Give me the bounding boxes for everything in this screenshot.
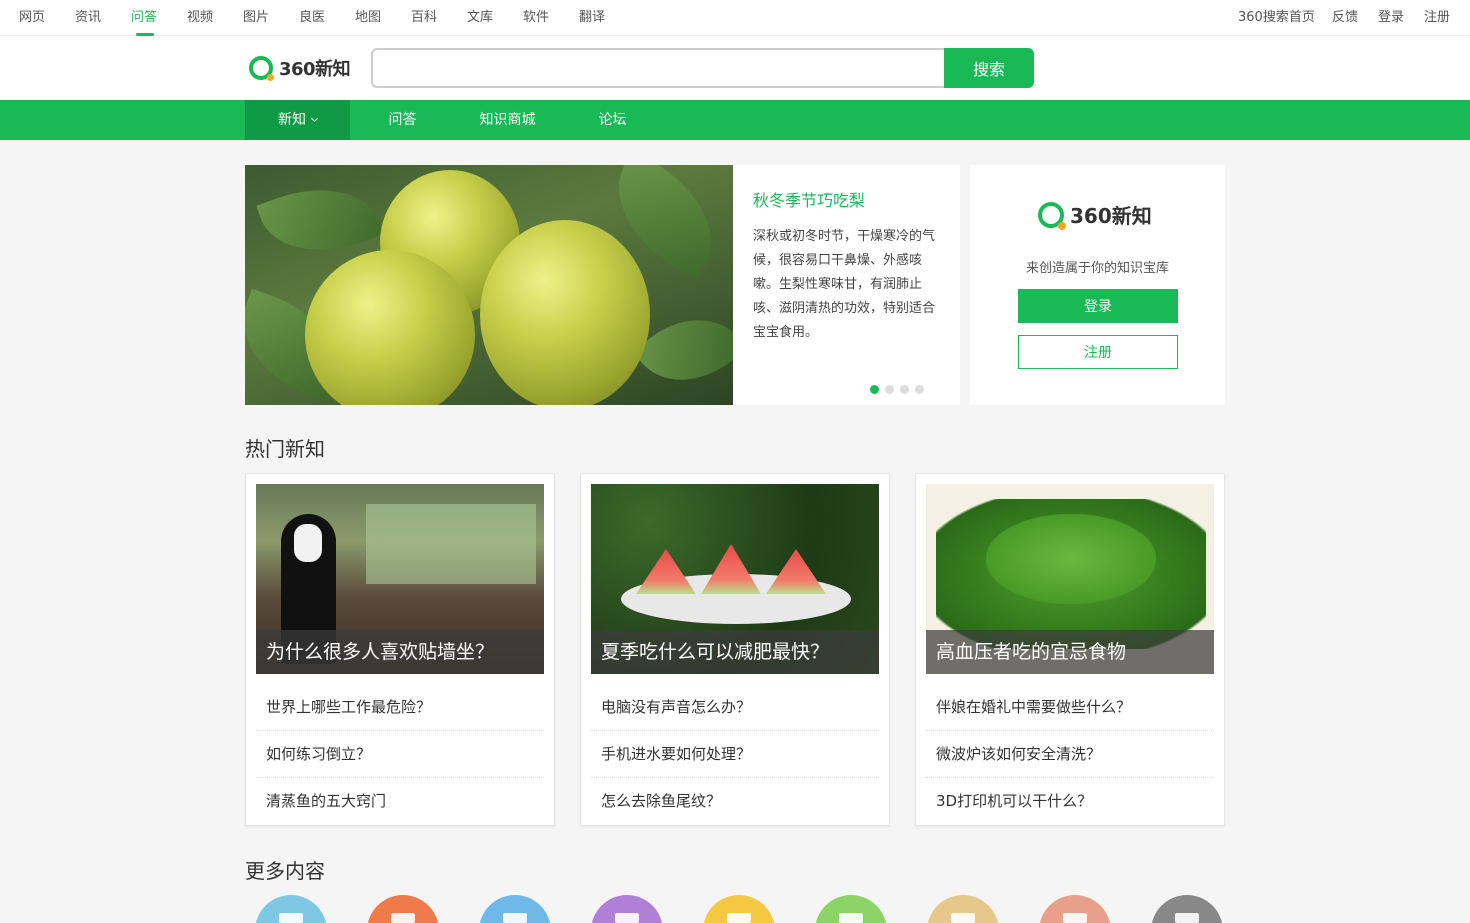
category-icon[interactable] — [1039, 895, 1111, 923]
hot-card: 夏季吃什么可以减肥最快？ 电脑没有声音怎么办？ 手机进水要如何处理？ 怎么去除鱼… — [580, 473, 890, 826]
logo-icon — [1038, 201, 1066, 230]
question-link[interactable]: 3D打印机可以干什么？ — [926, 778, 1214, 825]
nav-item-doctor[interactable]: 良医 — [299, 0, 325, 36]
question-link[interactable]: 如何练习倒立？ — [256, 731, 544, 778]
link-360-home[interactable]: 360搜索首页 — [1238, 0, 1315, 36]
category-icon[interactable] — [479, 895, 551, 923]
chevron-down-icon — [310, 114, 319, 123]
nav-item-video[interactable]: 视频 — [187, 0, 213, 36]
hot-card: 为什么很多人喜欢贴墙坐？ 世界上哪些工作最危险？ 如何练习倒立？ 清蒸鱼的五大窍… — [245, 473, 555, 826]
register-button[interactable]: 注册 — [1018, 335, 1178, 369]
logo-text: 360新知 — [1070, 204, 1152, 228]
hot-card-caption[interactable]: 高血压者吃的宜忌食物 — [926, 630, 1214, 674]
featured-description: 深秋或初冬时节，干燥寒冷的气候，很容易口干鼻燥、外感咳嗽。生梨性寒味甘，有润肺止… — [753, 229, 936, 340]
hot-card-image[interactable]: 为什么很多人喜欢贴墙坐？ — [256, 484, 544, 674]
carousel-dots — [870, 385, 924, 394]
hot-card: 高血压者吃的宜忌食物 伴娘在婚礼中需要做些什么？ 微波炉该如何安全清洗？ 3D打… — [915, 473, 1225, 826]
hot-card-image[interactable]: 高血压者吃的宜忌食物 — [926, 484, 1214, 674]
question-link[interactable]: 微波炉该如何安全清洗？ — [926, 731, 1214, 778]
nav-item-translate[interactable]: 翻译 — [579, 0, 605, 36]
carousel-dot[interactable] — [900, 385, 909, 394]
search-button[interactable]: 搜索 — [944, 48, 1034, 88]
question-link[interactable]: 电脑没有声音怎么办？ — [591, 684, 879, 731]
section-nav: 新知 问答 知识商城 论坛 — [0, 100, 1470, 140]
hot-card-caption[interactable]: 为什么很多人喜欢贴墙坐？ — [256, 630, 544, 674]
top-nav: 网页 资讯 问答 视频 图片 良医 地图 百科 文库 软件 翻译 360搜索首页… — [0, 0, 1470, 36]
carousel-dot[interactable] — [885, 385, 894, 394]
question-link[interactable]: 手机进水要如何处理？ — [591, 731, 879, 778]
section-nav-qa[interactable]: 问答 — [350, 100, 455, 140]
question-link[interactable]: 清蒸鱼的五大窍门 — [256, 778, 544, 825]
question-link[interactable]: 怎么去除鱼尾纹？ — [591, 778, 879, 825]
category-icon[interactable] — [815, 895, 887, 923]
link-register[interactable]: 注册 — [1424, 0, 1450, 36]
question-list: 伴娘在婚礼中需要做些什么？ 微波炉该如何安全清洗？ 3D打印机可以干什么？ — [926, 684, 1214, 825]
nav-item-library[interactable]: 文库 — [467, 0, 493, 36]
category-icon[interactable] — [1151, 895, 1223, 923]
featured-text: 秋冬季节巧吃梨 深秋或初冬时节，干燥寒冷的气候，很容易口干鼻燥、外感咳嗽。生梨性… — [753, 187, 943, 345]
login-button[interactable]: 登录 — [1018, 289, 1178, 323]
section-nav-label: 新知 — [278, 112, 306, 128]
login-card-subtitle: 来创造属于你的知识宝库 — [1025, 261, 1169, 276]
nav-item-baike[interactable]: 百科 — [411, 0, 437, 36]
question-link[interactable]: 世界上哪些工作最危险？ — [256, 684, 544, 731]
question-link[interactable]: 伴娘在婚礼中需要做些什么？ — [926, 684, 1214, 731]
featured-title[interactable]: 秋冬季节巧吃梨 — [753, 187, 943, 211]
section-title-more: 更多内容 — [245, 859, 325, 883]
search-input[interactable] — [371, 48, 945, 88]
category-icon[interactable] — [703, 895, 775, 923]
nav-item-images[interactable]: 图片 — [243, 0, 269, 36]
category-icon[interactable] — [927, 895, 999, 923]
category-icon[interactable] — [591, 895, 663, 923]
logo-text: 360新知 — [279, 59, 351, 80]
nav-item-qa[interactable]: 问答 — [131, 0, 157, 36]
section-nav-mall[interactable]: 知识商城 — [455, 100, 560, 140]
site-logo[interactable]: 360新知 — [249, 56, 351, 81]
login-card: 360新知 来创造属于你的知识宝库 登录 注册 — [970, 165, 1225, 405]
carousel-dot[interactable] — [915, 385, 924, 394]
logo-icon — [249, 56, 274, 81]
nav-item-map[interactable]: 地图 — [355, 0, 381, 36]
featured-image-pears[interactable] — [245, 165, 733, 405]
more-category-icons — [255, 895, 1223, 923]
category-icon[interactable] — [367, 895, 439, 923]
nav-item-software[interactable]: 软件 — [523, 0, 549, 36]
login-card-logo: 360新知 — [1038, 200, 1152, 230]
question-list: 电脑没有声音怎么办？ 手机进水要如何处理？ 怎么去除鱼尾纹？ — [591, 684, 879, 825]
nav-item-web[interactable]: 网页 — [19, 0, 45, 36]
question-list: 世界上哪些工作最危险？ 如何练习倒立？ 清蒸鱼的五大窍门 — [256, 684, 544, 825]
featured-carousel: 秋冬季节巧吃梨 深秋或初冬时节，干燥寒冷的气候，很容易口干鼻燥、外感咳嗽。生梨性… — [245, 165, 960, 405]
hot-card-image[interactable]: 夏季吃什么可以减肥最快？ — [591, 484, 879, 674]
nav-item-news[interactable]: 资讯 — [75, 0, 101, 36]
section-nav-xinzhi[interactable]: 新知 — [245, 100, 350, 140]
header: 360新知 搜索 — [0, 36, 1470, 100]
link-login[interactable]: 登录 — [1378, 0, 1404, 36]
category-icon[interactable] — [255, 895, 327, 923]
hot-card-caption[interactable]: 夏季吃什么可以减肥最快？ — [591, 630, 879, 674]
section-title-hot: 热门新知 — [245, 437, 325, 461]
link-feedback[interactable]: 反馈 — [1332, 0, 1358, 36]
section-nav-forum[interactable]: 论坛 — [560, 100, 665, 140]
carousel-dot[interactable] — [870, 385, 879, 394]
